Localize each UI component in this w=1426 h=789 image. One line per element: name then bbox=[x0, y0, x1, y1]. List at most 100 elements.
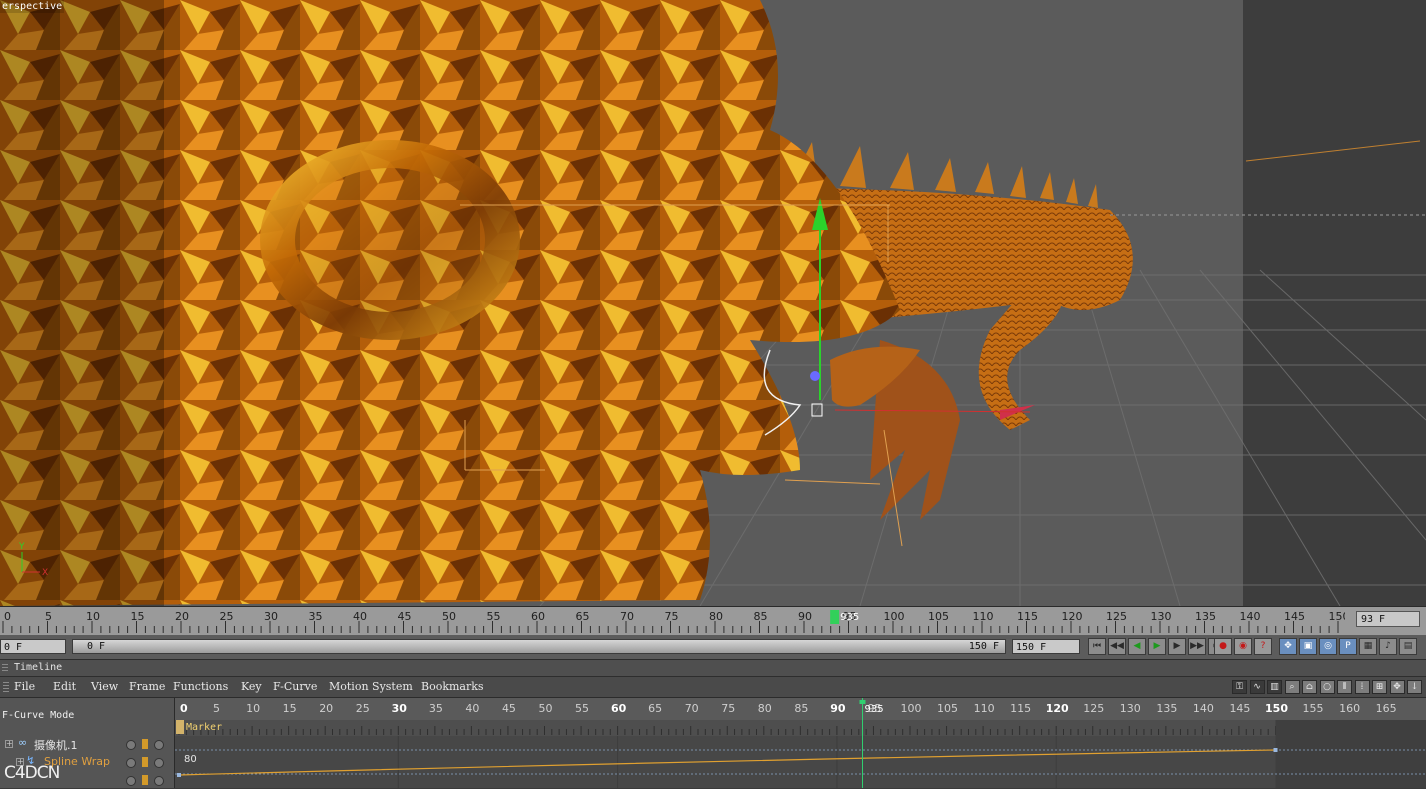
start-frame-field[interactable]: 0 F bbox=[0, 639, 66, 654]
ruler-tick-label: 80 bbox=[709, 610, 723, 623]
enable-dot-icon[interactable] bbox=[126, 740, 136, 750]
solo-dot-icon[interactable] bbox=[154, 758, 164, 768]
home-icon[interactable]: ⌂ bbox=[1302, 680, 1317, 694]
watermark-logo: C4DCN bbox=[4, 763, 59, 783]
graph-tick-label: 135 bbox=[1156, 702, 1177, 715]
graph-tick-label: 50 bbox=[539, 702, 553, 715]
dots-icon[interactable]: ⁞ bbox=[1355, 680, 1370, 694]
menu-key[interactable]: Key bbox=[241, 680, 262, 693]
graph-tick-label: 90 bbox=[830, 702, 846, 715]
viewport-scene: Y X bbox=[0, 0, 1426, 606]
next-key-icon[interactable]: ▶▶ bbox=[1188, 638, 1206, 655]
keyframe-start bbox=[177, 773, 181, 777]
ruler-tick-label: 150 bbox=[1329, 610, 1346, 623]
menu-grip-icon[interactable] bbox=[3, 682, 9, 692]
expand-icon[interactable]: + bbox=[5, 740, 13, 748]
key-icon[interactable]: ⚿ bbox=[1232, 680, 1247, 694]
track-row-camera[interactable]: + ∞ 摄像机.1 bbox=[0, 735, 174, 753]
lock-icon[interactable] bbox=[142, 775, 148, 785]
graph-tick-label: 100 bbox=[901, 702, 922, 715]
range-slider-end: 150 F bbox=[969, 640, 999, 653]
marker-label: Marker bbox=[186, 722, 222, 733]
bracket-icon[interactable]: ⦀ bbox=[1337, 680, 1352, 694]
menu-f-curve[interactable]: F-Curve bbox=[273, 680, 317, 693]
ruler-tick-label: 110 bbox=[973, 610, 994, 623]
graph-tick-label: 80 bbox=[758, 702, 772, 715]
transport-bar: 0 F 0 F 150 F 150 F ⏮◀◀◀▶▶▶▶⏭●◉?✥▣◎P▦♪▤ bbox=[0, 635, 1426, 660]
ruler-tick-label: 40 bbox=[353, 610, 367, 623]
ruler-tick-label: 125 bbox=[1106, 610, 1127, 623]
axis-x-label: X bbox=[42, 568, 48, 578]
ruler-tick-label: 25 bbox=[220, 610, 234, 623]
param-icon[interactable]: P bbox=[1339, 638, 1357, 655]
menu-frame[interactable]: Frame bbox=[129, 680, 165, 693]
ruler-tick-label: 35 bbox=[309, 610, 323, 623]
graph-tick-label: 0 bbox=[180, 702, 188, 715]
graph-tick-label: 35 bbox=[429, 702, 443, 715]
solo-dot-icon[interactable] bbox=[154, 740, 164, 750]
menu-bookmarks[interactable]: Bookmarks bbox=[421, 680, 484, 693]
keyframe-selection-icon[interactable]: ? bbox=[1254, 638, 1272, 655]
autokey-icon[interactable]: ◉ bbox=[1234, 638, 1252, 655]
fcurve-graph[interactable]: 0510152025303540455055606570758085909510… bbox=[175, 698, 1426, 788]
end-frame-field[interactable]: 150 F bbox=[1012, 639, 1080, 654]
step-forward-icon[interactable]: ▶ bbox=[1168, 638, 1186, 655]
scale-icon[interactable]: ▣ bbox=[1299, 638, 1317, 655]
lock-icon[interactable] bbox=[142, 757, 148, 767]
dopesheet-icon[interactable]: ▥ bbox=[1267, 680, 1282, 694]
timeline-ruler[interactable]: 0510152025303540455055606570758085909510… bbox=[0, 606, 1426, 635]
move-view-icon[interactable]: ✥ bbox=[1390, 680, 1405, 694]
ellipse-icon[interactable]: ○ bbox=[1320, 680, 1335, 694]
record-keys-icon[interactable]: ● bbox=[1214, 638, 1232, 655]
3d-viewport[interactable]: Y X erspective bbox=[0, 0, 1426, 606]
value-label: 80 bbox=[184, 754, 197, 765]
ruler-tick-label: 105 bbox=[928, 610, 949, 623]
menu-view[interactable]: View bbox=[91, 680, 118, 693]
ruler-tick-label: 0 bbox=[4, 610, 11, 623]
speaker-icon[interactable]: ♪ bbox=[1379, 638, 1397, 655]
lock-icon[interactable] bbox=[142, 739, 148, 749]
graph-tick-label: 85 bbox=[794, 702, 808, 715]
enable-dot-icon[interactable] bbox=[126, 758, 136, 768]
ruler-tick-label: 20 bbox=[175, 610, 189, 623]
ruler-tick-label: 135 bbox=[1195, 610, 1216, 623]
menu-edit[interactable]: Edit bbox=[53, 680, 76, 693]
step-back-icon[interactable]: ◀ bbox=[1128, 638, 1146, 655]
rotate-icon[interactable]: ◎ bbox=[1319, 638, 1337, 655]
menu-file[interactable]: File bbox=[14, 680, 35, 693]
go-to-start-icon[interactable]: ⏮ bbox=[1088, 638, 1106, 655]
ruler-tick-label: 130 bbox=[1151, 610, 1172, 623]
fcurve-spline-wrap bbox=[179, 750, 1276, 775]
ruler-tick-label: 100 bbox=[884, 610, 905, 623]
grid-icon[interactable]: ▦ bbox=[1359, 638, 1377, 655]
graph-tick-label: 160 bbox=[1339, 702, 1360, 715]
ruler-tick-label: 75 bbox=[665, 610, 679, 623]
solo-dot-icon[interactable] bbox=[154, 776, 164, 786]
ruler-tick-label: 70 bbox=[620, 610, 634, 623]
menu-motion-system[interactable]: Motion System bbox=[329, 680, 413, 693]
add-icon[interactable]: ⊞ bbox=[1372, 680, 1387, 694]
ruler-tick-label: 140 bbox=[1240, 610, 1261, 623]
range-slider[interactable]: 0 F 150 F bbox=[72, 639, 1006, 654]
panel-grip-icon[interactable] bbox=[2, 664, 8, 672]
menu-functions[interactable]: Functions bbox=[173, 680, 228, 693]
fcurve-icon[interactable]: ∿ bbox=[1250, 680, 1265, 694]
current-frame-field[interactable]: 93 F bbox=[1356, 611, 1420, 627]
fcurve-canvas[interactable]: 0510152025303540455055606570758085909510… bbox=[175, 698, 1426, 788]
zoom-icon[interactable]: ⌕ bbox=[1285, 680, 1300, 694]
doc-icon[interactable]: ▤ bbox=[1399, 638, 1417, 655]
down-icon[interactable]: ↓ bbox=[1407, 680, 1422, 694]
ruler-tick-label: 30 bbox=[264, 610, 278, 623]
timeline-menubar: File Edit View Frame Functions Key F-Curve Moti… bbox=[0, 677, 1426, 698]
graph-tick-label: 75 bbox=[721, 702, 735, 715]
ruler-tick-label: 120 bbox=[1062, 610, 1083, 623]
viewport-label[interactable]: erspective bbox=[0, 0, 64, 13]
play-icon[interactable]: ▶ bbox=[1148, 638, 1166, 655]
enable-dot-icon[interactable] bbox=[126, 776, 136, 786]
graph-tick-label: 130 bbox=[1120, 702, 1141, 715]
prev-key-icon[interactable]: ◀◀ bbox=[1108, 638, 1126, 655]
graph-tick-label: 110 bbox=[974, 702, 995, 715]
graph-tick-label: 150 bbox=[1265, 702, 1288, 715]
move-icon[interactable]: ✥ bbox=[1279, 638, 1297, 655]
graph-tick-label: 120 bbox=[1046, 702, 1069, 715]
